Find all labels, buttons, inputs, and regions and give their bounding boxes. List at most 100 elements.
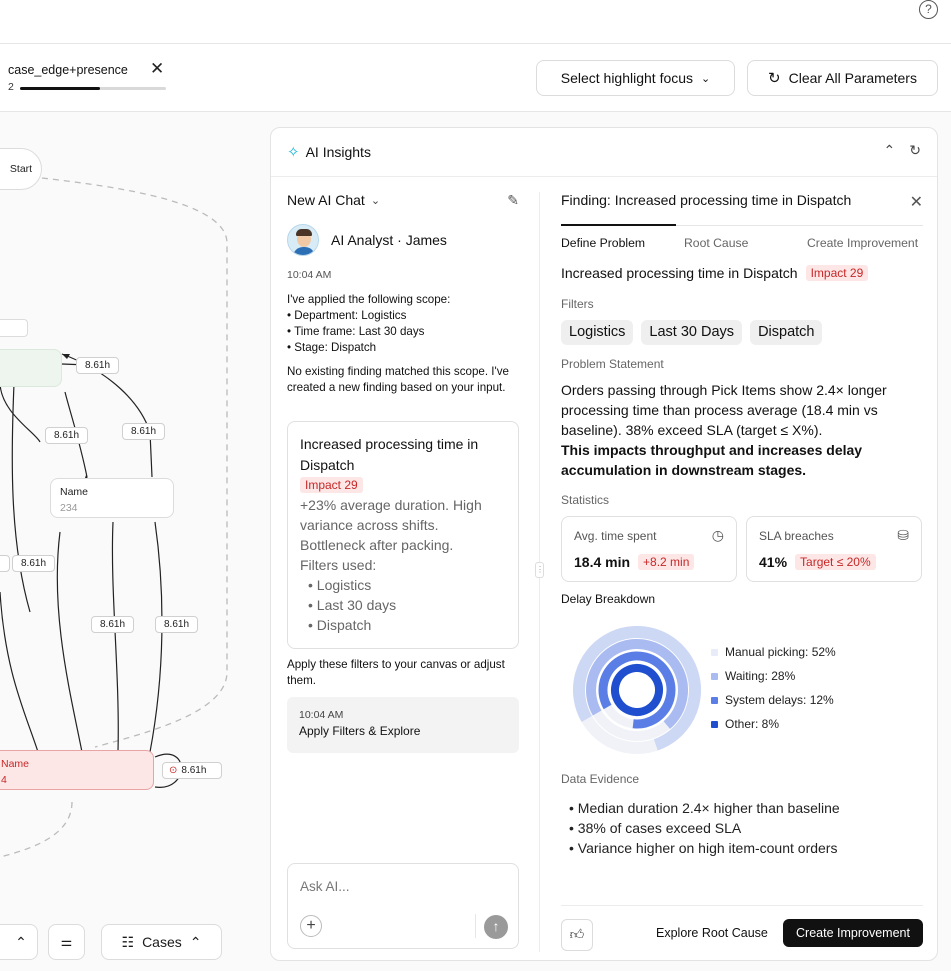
problem-impact: This impacts throughput and increases de… [561, 442, 863, 478]
legend-swatch [711, 720, 718, 728]
node-name: Name [1, 758, 30, 770]
ask-ai-input[interactable]: Ask AI... [300, 879, 350, 894]
edge-label: 8.61h [155, 616, 199, 633]
legend-item: Manual picking: 52% [711, 640, 836, 664]
sliders-icon: ⚌ [60, 934, 73, 949]
loop-label: 8.61h [181, 765, 207, 776]
avatar [287, 224, 319, 256]
chevron-up-icon: ⌃ [189, 933, 202, 950]
filters-used-list: Logistics Last 30 days Dispatch [300, 575, 506, 635]
edge-label: 8.61h [122, 423, 166, 440]
stat-value-row: 41% Target ≤ 20% [759, 554, 876, 570]
bottleneck-node[interactable]: Name 4 [0, 750, 154, 790]
tab-create-improvement[interactable]: Create Improvement [807, 236, 918, 250]
activity-node[interactable]: Name 234 [50, 478, 174, 518]
resize-handle[interactable]: ⋮ [535, 562, 544, 578]
create-improvement-button[interactable]: Create Improvement [783, 919, 923, 947]
parameter-bar: case_edge+presence ✕ 2 Select highlight … [0, 44, 951, 112]
help-icon[interactable]: ? [919, 0, 938, 19]
stat-card-sla: SLA breaches ⛁ 41% Target ≤ 20% [746, 516, 922, 582]
process-edges [0, 177, 228, 858]
scope-item: • Stage: Dispatch [287, 341, 377, 354]
thumbs-up-button[interactable]: 👍︎ [561, 919, 593, 951]
parameter-chip: case_edge+presence ✕ 2 [8, 59, 166, 93]
tab-root-cause[interactable]: Root Cause [684, 236, 748, 250]
clear-all-parameters-button[interactable]: ↻ Clear All Parameters [747, 60, 938, 96]
panel-actions: ⌃ ↻ [884, 142, 921, 159]
start-label: Start [9, 163, 33, 175]
impact-badge: Impact 29 [300, 477, 363, 493]
thumbs-up-icon: 👍︎ [569, 926, 585, 942]
chevron-up-icon: ⌃ [15, 933, 27, 950]
apply-filters-card[interactable]: 10:04 AM Apply Filters & Explore [287, 697, 519, 753]
close-icon[interactable]: ✕ [150, 59, 164, 79]
dashed-edge-bottom [0, 801, 73, 858]
finding-heading-text: Increased processing time in Dispatch [561, 265, 798, 281]
node-stub[interactable] [0, 319, 28, 337]
finding-title: Finding: Increased processing time in Di… [561, 192, 852, 208]
legend-item: Waiting: 28% [711, 664, 836, 688]
stat-label: Avg. time spent [574, 529, 657, 543]
top-bar: ? [0, 0, 951, 44]
send-icon[interactable]: ↑ [484, 915, 508, 939]
filter-chips: Logistics Last 30 Days Dispatch [561, 320, 823, 345]
filter-settings-button[interactable]: ⚌ [48, 924, 85, 960]
filter-chip[interactable]: Last 30 Days [641, 320, 743, 345]
dashed-edge-top [41, 177, 228, 748]
clear-all-label: Clear All Parameters [788, 70, 917, 86]
problem-statement: Orders passing through Pick Items show 2… [561, 380, 923, 480]
parameter-progress-fill [20, 87, 101, 90]
filter-chip[interactable]: Dispatch [750, 320, 823, 345]
list-item: Last 30 days [300, 595, 506, 615]
stat-label: SLA breaches [759, 529, 834, 543]
highlight-focus-dropdown[interactable]: Select highlight focus ⌄ [536, 60, 735, 96]
legend-item: System delays: 12% [711, 688, 836, 712]
edge-label: 8.61h [91, 616, 135, 633]
activity-node-highlighted[interactable] [0, 349, 62, 387]
legend-label: Waiting: 28% [725, 669, 796, 683]
close-icon[interactable]: ✕ [910, 192, 923, 212]
delay-breakdown-chart [573, 626, 701, 754]
data-evidence-label: Data Evidence [561, 772, 640, 786]
explore-root-cause-button[interactable]: Explore Root Cause [656, 926, 768, 940]
process-canvas[interactable]: Start Name 234 8.61h 8.61h 8.61h 8.61h 8… [0, 112, 270, 971]
filter-chip[interactable]: Logistics [561, 320, 634, 345]
tab-define-problem[interactable]: Define Problem [561, 236, 645, 250]
scope-message: I've applied the following scope: • Depa… [287, 292, 519, 356]
loop-edge-label: ⊙ 8.61h [162, 762, 222, 779]
clock-icon: ◷ [711, 527, 724, 543]
collapse-button[interactable]: ⌃ [0, 924, 38, 960]
finding-column: Finding: Increased processing time in Di… [561, 192, 923, 951]
cases-button[interactable]: ☷ Cases ⌃ [101, 924, 222, 960]
panel-title: AI Insights [305, 144, 371, 160]
impact-badge: Impact 29 [805, 265, 869, 281]
filters-label: Filters [561, 297, 594, 311]
stat-value: 41% [759, 554, 788, 570]
node-value: 4 [1, 774, 7, 786]
scope-item: • Time frame: Last 30 days [287, 325, 425, 338]
finding-card[interactable]: Increased processing time in Dispatch Im… [287, 421, 519, 649]
list-item: 38% of cases exceed SLA [561, 818, 840, 838]
analyst-name: AI Analyst · James [331, 232, 447, 248]
list-item: Logistics [300, 575, 506, 595]
legend-swatch [711, 648, 718, 656]
edge-label: 8.61h [45, 427, 89, 444]
parameter-progress-bar [20, 87, 166, 90]
chat-selector[interactable]: New AI Chat ⌄ [287, 192, 519, 208]
edit-icon[interactable]: ✎ [507, 192, 519, 209]
edge-label: 8.61h [12, 555, 56, 572]
data-evidence-list: Median duration 2.4× higher than baselin… [561, 798, 840, 858]
collapse-panel-icon[interactable]: ⌃ [884, 142, 896, 159]
message-time: 10:04 AM [287, 269, 332, 281]
delay-breakdown-legend: Manual picking: 52% Waiting: 28% System … [711, 640, 836, 736]
filters-used-label: Filters used: [300, 557, 377, 573]
finding-heading: Increased processing time in Dispatch Im… [561, 265, 869, 281]
add-attachment-icon[interactable]: + [300, 915, 322, 937]
scope-intro: I've applied the following scope: [287, 293, 451, 306]
start-node[interactable]: Start [0, 148, 42, 190]
cases-label: Cases [142, 934, 182, 950]
problem-text: Orders passing through Pick Items show 2… [561, 382, 887, 438]
refresh-icon[interactable]: ↻ [909, 142, 921, 159]
edge-label-stub [0, 555, 10, 572]
ask-ai-box[interactable]: Ask AI... + ↑ [287, 863, 519, 949]
